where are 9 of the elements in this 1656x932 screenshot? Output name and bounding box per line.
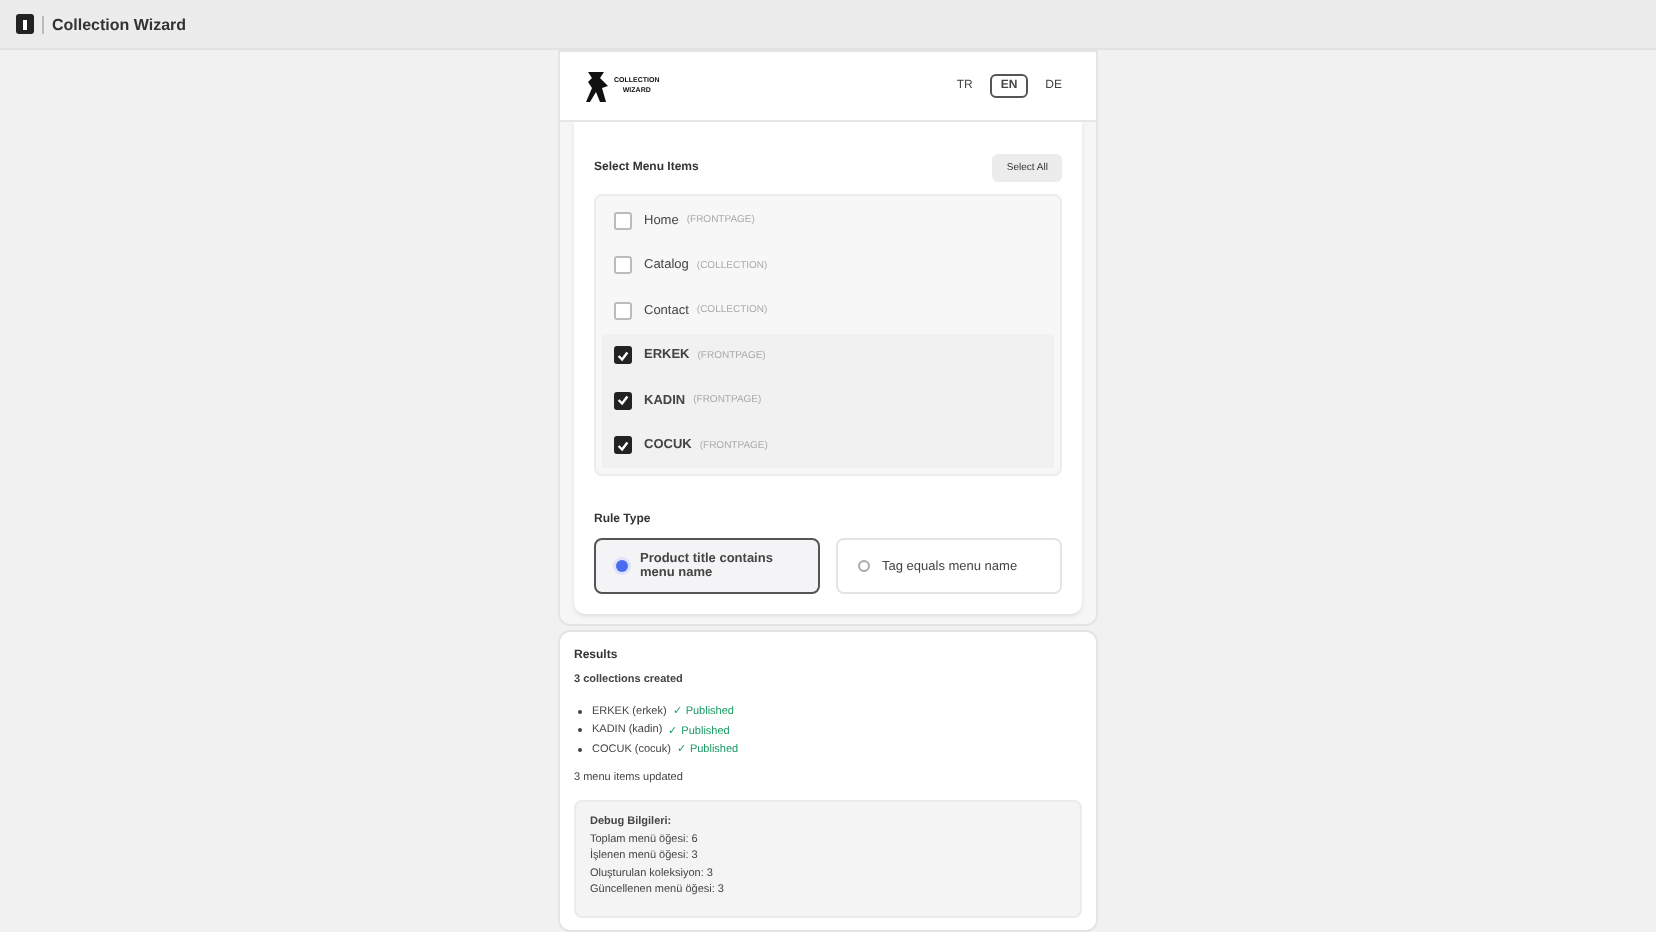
app-title: Collection Wizard	[52, 15, 187, 33]
checkbox[interactable]	[614, 436, 632, 455]
checkbox[interactable]	[614, 391, 632, 410]
checkbox[interactable]	[614, 301, 632, 320]
checkbox[interactable]	[614, 256, 632, 275]
app-icon	[16, 14, 34, 34]
checkbox[interactable]	[614, 346, 632, 365]
figure-icon	[584, 68, 612, 104]
checkbox[interactable]	[614, 211, 632, 230]
